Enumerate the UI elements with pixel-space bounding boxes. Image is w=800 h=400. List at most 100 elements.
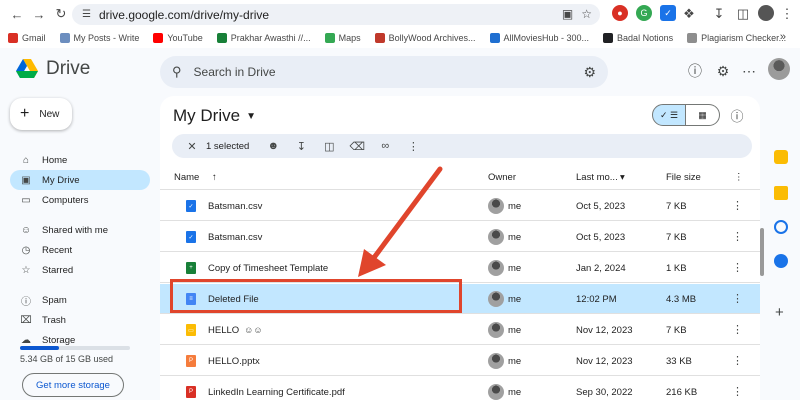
row-more-icon[interactable]: ⋮ [732, 354, 743, 367]
bookmark-favicon-icon [216, 33, 227, 43]
settings-gear-icon[interactable]: ⚙ [714, 62, 732, 80]
site-settings-icon[interactable]: ☰ [82, 9, 91, 20]
column-owner[interactable]: Owner [488, 172, 516, 183]
download-icon[interactable]: ↧ [710, 5, 728, 23]
new-button[interactable]: + New [10, 98, 72, 130]
back-icon[interactable]: ← [8, 5, 26, 23]
more-bookmarks-icon[interactable]: » [780, 31, 786, 43]
download-file-icon[interactable]: ↧ [287, 136, 315, 156]
search-bar[interactable]: ⚲ Search in Drive ⚙ [160, 56, 608, 88]
get-more-storage-button[interactable]: Get more storage [22, 373, 124, 397]
list-view-button[interactable]: ✓ ☰ [652, 104, 686, 126]
sidebar-item-trash[interactable]: ⌧ Trash [10, 310, 150, 330]
drive-logo[interactable]: Drive [16, 58, 90, 80]
copy-link-icon[interactable]: ∞ [371, 136, 399, 156]
sidebar-item-recent[interactable]: ◷ Recent [10, 240, 150, 260]
storage-meter-fill [20, 346, 60, 350]
search-icon[interactable]: ⚲ [172, 64, 182, 80]
delete-trash-icon[interactable]: ⌫ [343, 136, 371, 156]
trash-icon: ⌧ [20, 314, 32, 326]
forward-icon[interactable]: → [30, 5, 48, 23]
row-more-icon[interactable]: ⋮ [732, 292, 743, 305]
file-row[interactable]: ✓ Batsman.csv me Oct 5, 2023 7 KB ⋮ [160, 191, 760, 221]
file-row[interactable]: ▭ HELLO ☺☺ me Nov 12, 2023 7 KB ⋮ [160, 315, 760, 345]
file-size: 216 KB [666, 387, 698, 398]
keep-addon-icon[interactable] [774, 186, 788, 200]
extensions-puzzle-icon[interactable]: ❖ [680, 5, 698, 23]
bookmark-item[interactable]: YouTube [153, 33, 203, 43]
column-file-size[interactable]: File size [666, 172, 701, 183]
bookmark-item[interactable]: Badal Notions [603, 33, 673, 43]
sidebar-item-label: Home [42, 154, 68, 166]
row-more-icon[interactable]: ⋮ [732, 199, 743, 212]
file-name-text: Batsman.csv [208, 232, 263, 243]
account-avatar[interactable] [768, 58, 790, 80]
file-modified: Nov 12, 2023 [576, 325, 633, 336]
address-bar[interactable]: ☰ drive.google.com/drive/my-drive ▣ ☆ [72, 4, 600, 25]
row-more-icon[interactable]: ⋮ [732, 323, 743, 336]
page-title[interactable]: My Drive ▼ [173, 106, 256, 126]
file-name-text: Copy of Timesheet Template [208, 263, 329, 274]
calendar-addon-icon[interactable] [774, 150, 788, 164]
reload-icon[interactable]: ↻ [52, 5, 70, 23]
bookmark-item[interactable]: Maps [324, 33, 361, 43]
file-row[interactable]: P LinkedIn Learning Certificate.pdf me Sep … [160, 377, 760, 400]
caret-down-icon[interactable]: ▼ [246, 111, 256, 122]
file-row[interactable]: P HELLO.pptx me Nov 12, 2023 33 KB ⋮ [160, 346, 760, 376]
file-row[interactable]: ✓ Batsman.csv me Oct 5, 2023 7 KB ⋮ [160, 222, 760, 252]
tasks-addon-icon[interactable] [774, 220, 788, 234]
sidebar-item-computers[interactable]: ▭ Computers [10, 190, 150, 210]
column-last-modified[interactable]: Last mo... [576, 172, 618, 183]
search-input[interactable]: Search in Drive [194, 65, 276, 79]
extension-grammar-icon[interactable]: G [636, 5, 652, 21]
sidebar-item-spam[interactable]: ⓘ Spam [10, 290, 150, 310]
sort-caret-icon[interactable]: ▾ [620, 172, 625, 183]
details-info-icon[interactable]: ⓘ [728, 106, 746, 124]
bookmark-item[interactable]: My Posts - Write [59, 33, 139, 43]
row-more-icon[interactable]: ⋮ [732, 261, 743, 274]
browser-menu-icon[interactable]: ⋮ [778, 5, 796, 23]
grid-view-button[interactable]: ▦ [686, 104, 720, 126]
bookmark-label: AllMoviesHub - 300... [503, 33, 590, 43]
bookmark-item[interactable]: Gmail [8, 33, 46, 43]
more-actions-icon[interactable]: ⋮ [399, 136, 427, 156]
add-addon-icon[interactable]: + [775, 304, 784, 321]
bookmark-item[interactable]: BollyWood Archives... [374, 33, 476, 43]
bookmark-star-icon[interactable]: ☆ [581, 7, 592, 21]
column-options-icon[interactable]: ⋮ [734, 172, 744, 183]
row-more-icon[interactable]: ⋮ [732, 385, 743, 398]
help-icon[interactable]: ⓘ [686, 62, 704, 80]
bookmark-favicon-icon [59, 33, 70, 43]
move-to-folder-icon[interactable]: ◫ [315, 136, 343, 156]
clear-selection-icon[interactable]: ✕ [178, 136, 206, 156]
computer-icon: ▭ [21, 194, 31, 206]
owner-avatar [488, 260, 504, 276]
page-title-text: My Drive [173, 106, 241, 125]
sidebar-item-home[interactable]: ⌂ Home [10, 150, 150, 170]
bookmark-favicon-icon [687, 33, 698, 43]
file-modified: Oct 5, 2023 [576, 201, 626, 212]
sidebar-item-my-drive[interactable]: ▣ My Drive [10, 170, 150, 190]
sort-arrow-up-icon[interactable]: ↑ [212, 172, 217, 183]
share-person-add-icon[interactable]: ☻ [259, 136, 287, 156]
profile-avatar[interactable] [758, 5, 774, 21]
cast-icon[interactable]: ▣ [562, 7, 573, 21]
owner-avatar [488, 322, 504, 338]
sidebar-item-shared-with-me[interactable]: ☺ Shared with me [10, 220, 150, 240]
apps-grid-icon[interactable]: ⋯ [740, 62, 758, 80]
bookmark-item[interactable]: Plagiarism Checker... [687, 33, 786, 43]
bookmark-item[interactable]: AllMoviesHub - 300... [489, 33, 590, 43]
row-more-icon[interactable]: ⋮ [732, 230, 743, 243]
view-toggle: ✓ ☰ ▦ [652, 104, 720, 126]
file-size: 7 KB [666, 232, 687, 243]
search-options-icon[interactable]: ⚙ [583, 64, 596, 81]
sidebar-item-starred[interactable]: ☆ Starred [10, 260, 150, 280]
side-panel-rail: + [764, 96, 800, 400]
extension-shield-icon[interactable]: ✓ [660, 5, 676, 21]
bookmark-item[interactable]: Prakhar Awasthi //... [216, 33, 311, 43]
contacts-addon-icon[interactable] [774, 254, 788, 268]
column-name[interactable]: Name [174, 172, 199, 183]
extension-red-icon[interactable]: ● [612, 5, 628, 21]
side-panel-icon[interactable]: ◫ [734, 5, 752, 23]
bookmark-favicon-icon [8, 33, 18, 43]
